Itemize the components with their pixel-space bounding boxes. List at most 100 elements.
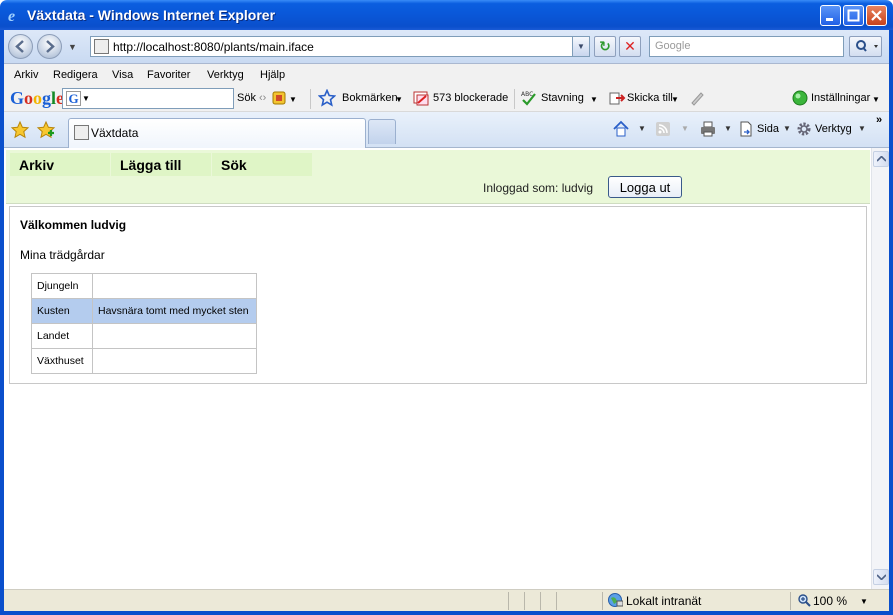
zoom-level[interactable]: 100 % — [813, 594, 847, 608]
search-button[interactable] — [849, 36, 882, 57]
send-to-button[interactable]: Skicka till — [627, 92, 673, 104]
refresh-button[interactable]: ↻ — [594, 36, 616, 57]
garden-description[interactable]: Havsnära tomt med mycket sten — [92, 298, 257, 324]
spellcheck-button[interactable]: Stavning — [541, 92, 584, 104]
logout-button[interactable]: Logga ut — [608, 176, 682, 198]
garden-description[interactable] — [92, 348, 257, 374]
menu-verktyg[interactable]: Verktyg — [207, 69, 244, 81]
chevron-more-icon[interactable]: » — [876, 114, 882, 126]
highlighter-icon[interactable] — [270, 89, 288, 107]
status-divider — [540, 592, 541, 610]
bookmarks-button[interactable]: Bokmärken — [342, 92, 398, 104]
internet-explorer-icon: e — [7, 7, 23, 25]
tools-dropdown-icon[interactable]: ▼ — [858, 124, 866, 133]
highlighter-dropdown-icon[interactable]: ▼ — [289, 95, 297, 104]
welcome-heading: Välkommen ludvig — [20, 218, 127, 232]
scroll-down-button[interactable] — [873, 569, 889, 585]
rss-dropdown-icon[interactable]: ▼ — [681, 124, 689, 133]
blocked-popups-count[interactable]: 573 blockerade — [433, 92, 508, 104]
menu-visa[interactable]: Visa — [112, 69, 133, 81]
home-dropdown-icon[interactable]: ▼ — [638, 124, 646, 133]
tab-label: Växtdata — [91, 126, 139, 140]
settings-button[interactable]: Inställningar — [811, 92, 870, 104]
address-row: ▼ http://localhost:8080/plants/main.ifac… — [4, 30, 889, 64]
recent-pages-dropdown-icon[interactable]: ▼ — [68, 42, 77, 52]
close-button[interactable] — [866, 5, 887, 26]
gardens-table: Djungeln Kusten Havsnära tomt med mycket… — [31, 273, 257, 374]
garden-name[interactable]: Kusten — [31, 298, 93, 324]
google-search-button[interactable]: Sök — [237, 92, 256, 104]
window-title: Växtdata - Windows Internet Explorer — [27, 7, 276, 23]
rss-feed-icon[interactable] — [654, 120, 672, 138]
garden-description[interactable] — [92, 323, 257, 349]
toolbar-separator — [310, 89, 311, 109]
home-icon[interactable] — [612, 120, 630, 138]
toolbar-separator — [514, 89, 515, 109]
page-menu-dropdown-icon[interactable]: ▼ — [783, 124, 791, 133]
status-divider — [524, 592, 525, 610]
tab-vaxtdata[interactable]: Växtdata — [68, 118, 366, 148]
forward-button[interactable] — [37, 34, 62, 59]
zoom-icon — [797, 593, 811, 610]
scroll-up-button[interactable] — [873, 151, 889, 167]
address-field[interactable]: http://localhost:8080/plants/main.iface … — [90, 36, 590, 57]
google-toolbar: Google G ▼ Sök ‹› ▼ Bokmärken ▼ 573 bloc… — [4, 86, 889, 112]
garden-name[interactable]: Landet — [31, 323, 93, 349]
google-search-dropdown-icon[interactable]: ▼ — [82, 94, 90, 103]
status-divider — [602, 592, 603, 610]
garden-row[interactable]: Växthuset — [31, 348, 257, 374]
google-search-input[interactable]: G ▼ — [62, 88, 234, 109]
nav-lagga-till[interactable]: Lägga till — [111, 153, 211, 176]
pencil-icon[interactable] — [688, 89, 706, 107]
bookmarks-dropdown-icon[interactable]: ▼ — [395, 95, 403, 104]
page-menu-button[interactable]: Sida — [757, 123, 779, 135]
nav-sok[interactable]: Sök — [212, 153, 312, 176]
menu-favoriter[interactable]: Favoriter — [147, 69, 190, 81]
search-input[interactable]: Google — [649, 36, 844, 57]
app-nav: Arkiv Lägga till Sök — [10, 153, 313, 176]
send-to-dropdown-icon[interactable]: ▼ — [671, 95, 679, 104]
nav-arkiv[interactable]: Arkiv — [10, 153, 110, 176]
garden-description[interactable] — [92, 273, 257, 299]
menu-hjalp[interactable]: Hjälp — [260, 69, 285, 81]
tools-menu-button[interactable]: Verktyg — [815, 123, 852, 135]
menu-arkiv[interactable]: Arkiv — [14, 69, 38, 81]
add-favorite-icon[interactable] — [36, 120, 56, 140]
svg-text:e: e — [8, 8, 15, 23]
zoom-dropdown-icon[interactable]: ▼ — [860, 597, 868, 606]
page-menu-icon — [737, 120, 755, 138]
garden-name[interactable]: Djungeln — [31, 273, 93, 299]
garden-row-selected[interactable]: Kusten Havsnära tomt med mycket sten — [31, 298, 257, 324]
print-dropdown-icon[interactable]: ▼ — [724, 124, 732, 133]
window-frame-right — [889, 30, 893, 615]
spellcheck-icon: ABC — [520, 89, 538, 107]
search-placeholder: Google — [655, 40, 691, 52]
spellcheck-dropdown-icon[interactable]: ▼ — [590, 95, 598, 104]
garden-row[interactable]: Djungeln — [31, 273, 257, 299]
favorites-star-icon[interactable] — [10, 120, 30, 140]
status-divider — [790, 592, 791, 610]
settings-green-icon — [791, 89, 809, 107]
new-tab-button[interactable] — [368, 119, 396, 144]
settings-dropdown-icon[interactable]: ▼ — [872, 95, 880, 104]
gardens-title: Mina trädgårdar — [20, 248, 105, 262]
maximize-button[interactable] — [843, 5, 864, 26]
security-zone[interactable]: Lokalt intranät — [626, 594, 701, 608]
address-dropdown-icon[interactable]: ▼ — [572, 37, 589, 56]
address-url: http://localhost:8080/plants/main.iface — [113, 40, 314, 54]
title-bar: e Växtdata - Windows Internet Explorer — [0, 0, 893, 30]
print-icon[interactable] — [699, 120, 717, 138]
status-divider — [556, 592, 557, 610]
status-bar: Lokalt intranät 100 % ▼ — [4, 589, 889, 611]
menu-redigera[interactable]: Redigera — [53, 69, 98, 81]
stop-button[interactable]: ✕ — [619, 36, 641, 57]
toolbar-resize-handle-icon[interactable]: ‹› — [259, 92, 266, 104]
tab-row: Växtdata ▼ ▼ ▼ Sida ▼ Verktyg ▼ » — [4, 112, 889, 148]
garden-row[interactable]: Landet — [31, 323, 257, 349]
garden-name[interactable]: Växthuset — [31, 348, 93, 374]
intranet-globe-icon — [607, 592, 624, 611]
minimize-button[interactable] — [820, 5, 841, 26]
back-button[interactable] — [8, 34, 33, 59]
google-logo: Google — [10, 88, 65, 108]
vertical-scrollbar[interactable] — [871, 148, 889, 589]
